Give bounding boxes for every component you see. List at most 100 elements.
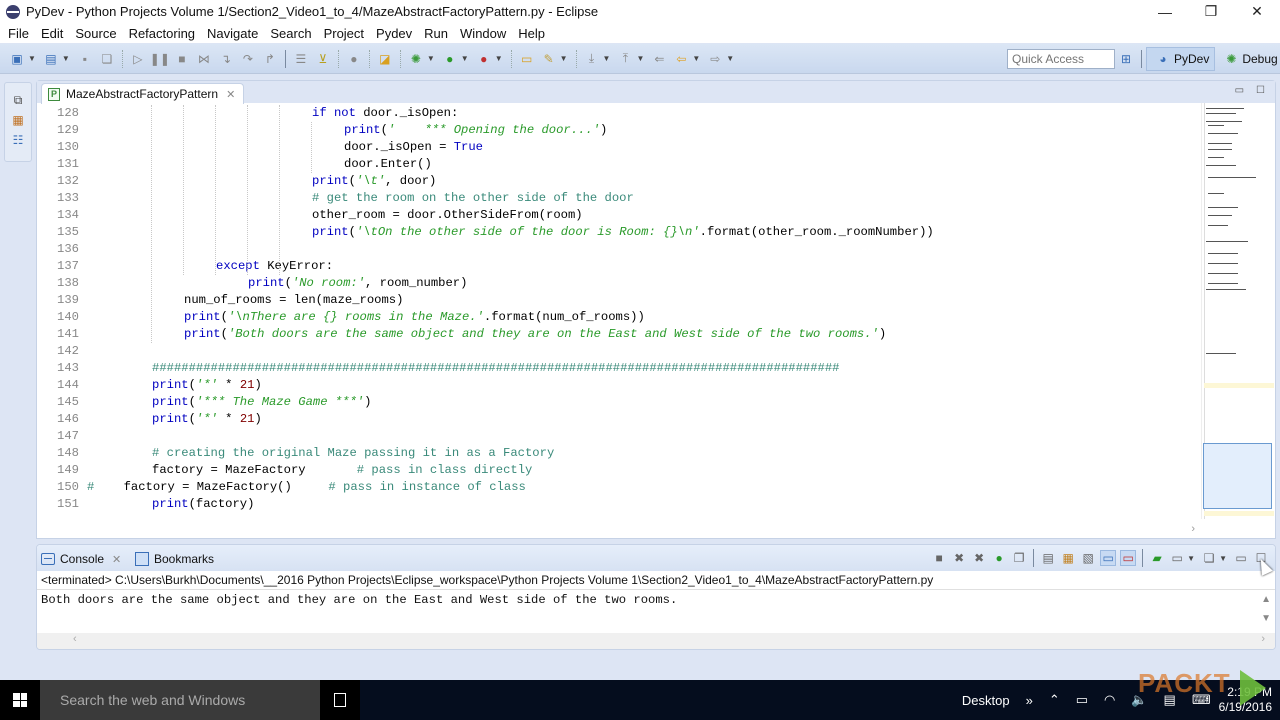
run-dropdown-icon[interactable]: ▼ (461, 54, 469, 63)
scroll-down-icon[interactable]: ▼ (1261, 613, 1271, 624)
overview-ruler[interactable] (1201, 103, 1275, 519)
open-console-icon[interactable]: ❏ (1201, 550, 1217, 566)
close-tab-icon[interactable]: ✕ (226, 88, 235, 101)
step-over-icon[interactable]: ↷ (240, 51, 256, 67)
outline-icon[interactable]: ☷ (11, 133, 25, 147)
python-console-icon[interactable]: ● (346, 51, 362, 67)
code-line[interactable]: 135 print('\tOn the other side of the doo… (37, 224, 1203, 241)
run-external-tools-icon[interactable]: ● (476, 51, 492, 67)
back-icon[interactable]: ⇦ (673, 51, 689, 67)
task-view-button[interactable] (320, 680, 360, 720)
new-dropdown-icon[interactable]: ▼ (28, 54, 36, 63)
code-line[interactable]: 140 print('\nThere are {} rooms in the Ma… (37, 309, 1203, 326)
display-console-dropdown-icon[interactable]: ▼ (1187, 554, 1195, 563)
restore-button[interactable]: ❐ (1188, 0, 1234, 23)
external-tools-dropdown-icon[interactable]: ▼ (495, 54, 503, 63)
menu-window[interactable]: Window (454, 26, 512, 41)
minimize-editor-icon[interactable]: ▭ (1235, 85, 1244, 96)
resume-icon[interactable]: ▷ (130, 51, 146, 67)
code-line[interactable]: 150 # factory = MazeFactory() # pass in i… (37, 479, 1203, 496)
code-line[interactable]: 128 if not door._isOpen: (37, 105, 1203, 122)
code-line[interactable]: 142 (37, 343, 1203, 360)
remove-all-icon[interactable]: ▤ (1040, 550, 1056, 566)
new-icon[interactable]: ▣ (9, 51, 25, 67)
code-line[interactable]: 149 factory = MazeFactory # pass in class… (37, 462, 1203, 479)
open-console-dropdown-icon[interactable]: ▼ (1219, 554, 1227, 563)
quick-access-input[interactable] (1007, 49, 1115, 69)
code-editor[interactable]: 128 if not door._isOpen: 129 print(' *** Op… (37, 105, 1203, 519)
code-line[interactable]: 133 # get the room on the other side of t… (37, 190, 1203, 207)
use-step-filters-icon[interactable]: ☰ (293, 51, 309, 67)
code-line[interactable]: 147 (37, 428, 1203, 445)
code-line[interactable]: 148 # creating the original Maze passing … (37, 445, 1203, 462)
menu-file[interactable]: File (2, 26, 35, 41)
scroll-right-icon[interactable]: › (1261, 633, 1265, 645)
drop-to-frame-icon[interactable]: ⊻ (315, 51, 331, 67)
suspend-icon[interactable]: ❚❚ (150, 51, 170, 67)
code-line[interactable]: 134 other_room = door.OtherSideFrom(room) (37, 207, 1203, 224)
code-line[interactable]: 136 (37, 241, 1203, 258)
open-perspective-icon[interactable]: ⊞ (1118, 51, 1134, 67)
debug-dropdown-icon[interactable]: ▼ (427, 54, 435, 63)
previous-annotation-icon[interactable]: ⤒ (617, 51, 633, 67)
scroll-left-icon[interactable]: ‹ (73, 633, 77, 645)
code-line[interactable]: 131 door.Enter() (37, 156, 1203, 173)
tab-bookmarks[interactable]: Bookmarks (135, 549, 214, 569)
menu-pydev[interactable]: Pydev (370, 26, 418, 41)
menu-edit[interactable]: Edit (35, 26, 69, 41)
pydev-package-explorer-icon[interactable]: ▦ (11, 113, 25, 127)
code-line[interactable]: 141 print('Both doors are the same object… (37, 326, 1203, 343)
remove-launch-icon[interactable]: ✖ (951, 550, 967, 566)
tab-console[interactable]: Console ✕ (41, 549, 121, 569)
code-line[interactable]: 144 print('*' * 21) (37, 377, 1203, 394)
last-edit-icon[interactable]: ⇐ (651, 51, 667, 67)
minimize-button[interactable]: — (1142, 0, 1188, 23)
open-folder-icon[interactable]: ▭ (519, 51, 535, 67)
minimize-console-icon[interactable]: ▭ (1233, 550, 1249, 566)
menu-search[interactable]: Search (264, 26, 317, 41)
close-button[interactable]: ✕ (1234, 0, 1280, 23)
forward-icon[interactable]: ⇨ (707, 51, 723, 67)
disconnect-icon[interactable]: ⋈ (196, 51, 212, 67)
console-output-area[interactable]: Both doors are the same object and they … (37, 589, 1275, 634)
step-return-icon[interactable]: ↱ (262, 51, 278, 67)
perspective-pydev[interactable]: ◕ PyDev (1146, 47, 1216, 71)
back-dropdown-icon[interactable]: ▼ (692, 54, 700, 63)
pen-icon[interactable]: ✎ (541, 51, 557, 67)
save-icon[interactable]: ▪ (77, 51, 93, 67)
console-vertical-scrollbar[interactable]: ▲ ▼ (1261, 594, 1271, 624)
restore-views-icon[interactable]: ⧉ (11, 93, 25, 107)
console-horizontal-scrollbar[interactable]: ‹ › (37, 633, 1275, 649)
new-project-icon[interactable]: ▤ (43, 51, 59, 67)
start-button[interactable] (0, 680, 40, 720)
step-into-icon[interactable]: ↴ (218, 51, 234, 67)
clear-console-icon[interactable]: ❐ (1011, 550, 1027, 566)
editor-tab[interactable]: P MazeAbstractFactoryPattern ✕ (41, 83, 245, 104)
menu-project[interactable]: Project (318, 26, 370, 41)
display-console-icon[interactable]: ▭ (1169, 550, 1185, 566)
wifi-icon[interactable]: ◠ (1104, 692, 1115, 708)
menu-source[interactable]: Source (69, 26, 122, 41)
terminate-icon[interactable]: ■ (931, 550, 947, 566)
remove-all-terminated-icon[interactable]: ✖ (971, 550, 987, 566)
code-line[interactable]: 132 print('\t', door) (37, 173, 1203, 190)
previous-annotation-dropdown-icon[interactable]: ▼ (636, 54, 644, 63)
menu-help[interactable]: Help (512, 26, 551, 41)
show-on-stderr-icon[interactable]: ▭ (1120, 550, 1137, 566)
close-console-tab-icon[interactable]: ✕ (112, 553, 121, 566)
code-line[interactable]: 145 print('*** The Maze Game ***') (37, 394, 1203, 411)
desktop-toolbar[interactable]: Desktop (962, 693, 1010, 708)
code-line[interactable]: 143 #####################################… (37, 360, 1203, 377)
pin-console-icon[interactable]: ▰ (1149, 550, 1165, 566)
next-annotation-dropdown-icon[interactable]: ▼ (603, 54, 611, 63)
scroll-right-icon[interactable]: › (1191, 523, 1195, 535)
forward-dropdown-icon[interactable]: ▼ (726, 54, 734, 63)
maximize-editor-icon[interactable]: ☐ (1256, 85, 1265, 96)
word-wrap-icon[interactable]: ▧ (1080, 550, 1096, 566)
editor-horizontal-scrollbar[interactable]: › (37, 522, 1203, 538)
pen-dropdown-icon[interactable]: ▼ (560, 54, 568, 63)
terminate-icon[interactable]: ■ (174, 51, 190, 67)
overview-viewport[interactable] (1203, 443, 1272, 509)
run-icon[interactable]: ● (442, 51, 458, 67)
scroll-up-icon[interactable]: ▲ (1261, 594, 1271, 605)
